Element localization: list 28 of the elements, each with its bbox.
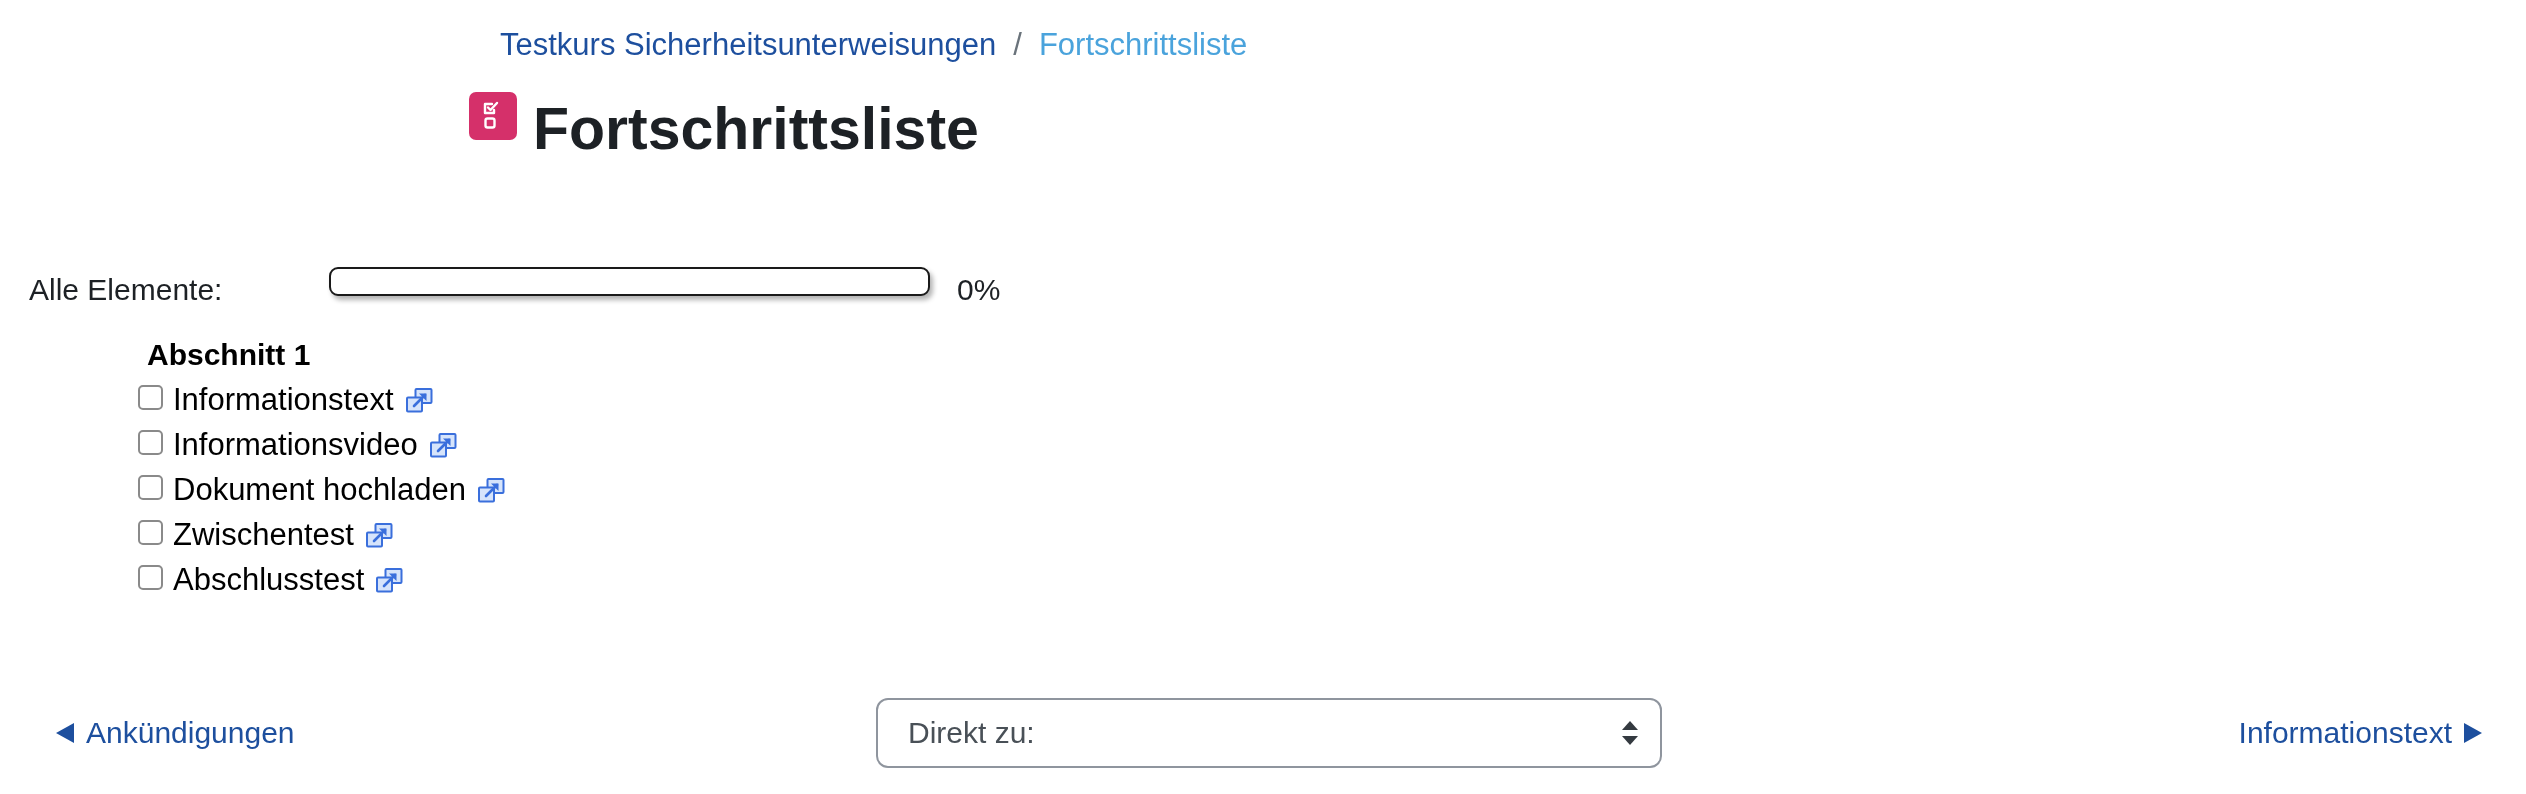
left-triangle-icon	[56, 722, 74, 743]
up-down-caret-icon	[1622, 720, 1638, 745]
checkbox[interactable]	[138, 474, 163, 500]
checkbox[interactable]	[138, 429, 163, 455]
page-title: Fortschrittsliste	[533, 95, 979, 164]
breadcrumb-link[interactable]: Testkurs Sicherheitsunterweisungen	[500, 22, 997, 67]
checkbox[interactable]	[138, 564, 163, 590]
item-label: Informationsvideo	[173, 425, 418, 464]
previous-activity-link[interactable]: Ankündigungen	[56, 710, 295, 756]
external-link-icon[interactable]	[478, 477, 505, 503]
item-label: Abschlusstest	[173, 560, 365, 599]
external-link-icon[interactable]	[365, 522, 393, 548]
next-activity-link[interactable]: Informationstext	[2238, 710, 2482, 756]
external-link-icon[interactable]	[429, 432, 457, 458]
section-heading: Abschnitt 1	[147, 336, 311, 373]
checkbox[interactable]	[138, 519, 163, 545]
right-triangle-icon	[2464, 722, 2482, 743]
jump-to-select[interactable]: Direkt zu:	[876, 697, 1662, 768]
checkbox[interactable]	[138, 384, 163, 410]
external-link-icon[interactable]	[376, 567, 404, 593]
external-link-icon[interactable]	[405, 387, 433, 413]
item-label: Dokument hochladen	[173, 470, 466, 509]
progress-percentage: 0%	[957, 271, 1001, 308]
progress-label: Alle Elemente:	[29, 271, 224, 308]
item-label: Informationstext	[173, 380, 394, 419]
checklist-icon	[469, 92, 517, 140]
breadcrumb-separator: /	[1013, 26, 1022, 64]
item-label: Zwischentest	[173, 515, 354, 554]
